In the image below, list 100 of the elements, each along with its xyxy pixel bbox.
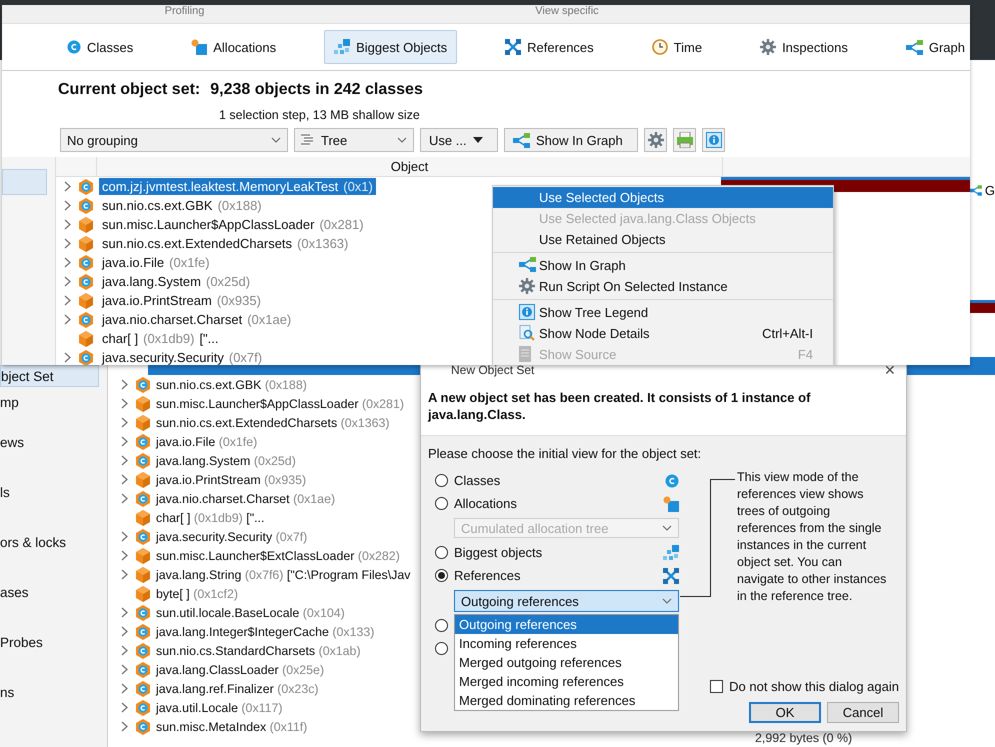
- option-label[interactable]: Allocations: [454, 496, 517, 511]
- tree-node-label[interactable]: sun.misc.Launcher$AppClassLoader (0x281): [99, 216, 367, 233]
- radio-button[interactable]: [435, 546, 448, 559]
- show-in-graph-button[interactable]: Show In Graph: [504, 128, 638, 152]
- grouping-select[interactable]: No grouping: [60, 128, 288, 152]
- expand-chevron-icon[interactable]: [64, 200, 70, 211]
- dialog-button[interactable]: OK: [749, 702, 821, 723]
- dropdown-option[interactable]: Incoming references: [455, 634, 678, 653]
- tree-node-label[interactable]: sun.nio.cs.ext.ExtendedCharsets (0x1363): [99, 235, 352, 252]
- tree-node-label[interactable]: sun.nio.cs.StandardCharsets (0x1ab): [156, 644, 361, 658]
- tree-node-label[interactable]: com.jzj.jvmtest.leaktest.MemoryLeakTest (0x1): [99, 178, 376, 195]
- menu-item[interactable]: Show Tree Legend: [493, 302, 833, 323]
- tree-node-label[interactable]: java.util.Locale (0x117): [156, 700, 283, 714]
- option-label[interactable]: Biggest objects: [454, 545, 542, 560]
- legend-button[interactable]: [702, 128, 725, 152]
- view-tab[interactable]: Biggest Objects: [324, 30, 458, 64]
- view-tab[interactable]: Inspections: [750, 30, 858, 64]
- dropdown-option[interactable]: Outgoing references: [455, 615, 678, 634]
- tree-node-label[interactable]: sun.misc.MetaIndex (0x11f): [156, 720, 308, 734]
- expand-chevron-icon[interactable]: [120, 436, 128, 447]
- tree-node-label[interactable]: sun.nio.cs.ext.GBK (0x188): [99, 197, 265, 214]
- checkbox-label[interactable]: Do not show this dialog again: [729, 679, 899, 694]
- tree-node-label[interactable]: java.nio.charset.Charset (0x1ae): [156, 492, 336, 506]
- tree-node-label[interactable]: byte[ ] (0x1cf2): [156, 586, 238, 600]
- tree-node-label[interactable]: sun.nio.cs.ext.GBK (0x188): [156, 378, 307, 392]
- menu-item[interactable]: Show Node Details Ctrl+Alt-I: [493, 323, 833, 344]
- view-select[interactable]: Tree: [294, 128, 414, 152]
- option-label[interactable]: References: [454, 568, 520, 583]
- tree-node-label[interactable]: java.nio.charset.Charset (0x1ae): [99, 311, 294, 328]
- expand-chevron-icon[interactable]: [120, 569, 128, 580]
- expand-chevron-icon[interactable]: [120, 398, 128, 409]
- reference-mode-select[interactable]: Outgoing references: [454, 590, 679, 612]
- view-tab[interactable]: Classes: [57, 30, 144, 64]
- dialog-button[interactable]: Cancel: [827, 702, 899, 723]
- expand-chevron-icon[interactable]: [120, 550, 128, 561]
- sidebar-item[interactable]: mp: [0, 387, 107, 417]
- view-tab[interactable]: Graph: [896, 30, 970, 64]
- tab-label[interactable]: G: [984, 182, 995, 198]
- expand-chevron-icon[interactable]: [120, 607, 128, 618]
- tree-node-label[interactable]: char[ ] (0x1db9) ["...: [156, 510, 264, 524]
- tree-node-label[interactable]: java.io.PrintStream (0x935): [156, 472, 306, 486]
- tree-node-label[interactable]: java.lang.System (0x25d): [99, 273, 254, 290]
- checkbox[interactable]: [710, 680, 724, 693]
- view-tab[interactable]: Time: [642, 30, 712, 64]
- expand-chevron-icon[interactable]: [64, 219, 70, 230]
- print-button[interactable]: [673, 128, 696, 152]
- tree-node-label[interactable]: java.lang.System (0x25d): [156, 454, 296, 468]
- view-tab[interactable]: References: [495, 30, 604, 64]
- expand-chevron-icon[interactable]: [120, 474, 128, 485]
- tree-node-label[interactable]: java.io.PrintStream (0x935): [99, 292, 264, 309]
- expand-chevron-icon[interactable]: [120, 645, 128, 656]
- dropdown-option[interactable]: Merged outgoing references: [455, 653, 678, 672]
- use-button[interactable]: Use ...: [420, 128, 498, 152]
- sidebar-item[interactable]: ls: [0, 467, 107, 517]
- expand-chevron-icon[interactable]: [120, 531, 128, 542]
- tree-node-label[interactable]: java.lang.ClassLoader (0x25e): [156, 662, 324, 676]
- menu-item[interactable]: Use Retained Objects: [493, 229, 833, 250]
- tree-node-label[interactable]: char[ ] (0x1db9) ["...: [99, 330, 222, 347]
- sidebar-item[interactable]: ns: [0, 667, 107, 717]
- tree-node-label[interactable]: sun.misc.Launcher$ExtClassLoader (0x282): [156, 548, 400, 562]
- settings-button[interactable]: [644, 128, 667, 152]
- dropdown-option[interactable]: Merged incoming references: [455, 672, 678, 691]
- tree-node-label[interactable]: java.security.Security (0x7f): [99, 349, 266, 365]
- radio-button[interactable]: [435, 497, 448, 510]
- expand-chevron-icon[interactable]: [64, 352, 70, 363]
- sidebar-item[interactable]: bject Set: [0, 365, 99, 387]
- expand-chevron-icon[interactable]: [64, 238, 70, 249]
- expand-chevron-icon[interactable]: [120, 493, 128, 504]
- view-tab[interactable]: Allocations: [181, 30, 286, 64]
- tree-node-label[interactable]: java.lang.ref.Finalizer (0x23c): [156, 682, 319, 696]
- tree-node-label[interactable]: java.lang.String (0x7f6) ["C:\Program Files\Jav: [156, 568, 410, 582]
- radio-button[interactable]: [435, 619, 448, 632]
- expand-chevron-icon[interactable]: [64, 314, 70, 325]
- menu-item[interactable]: Run Script On Selected Instance: [493, 276, 833, 297]
- option-label[interactable]: Classes: [454, 473, 500, 488]
- sidebar-item[interactable]: ews: [0, 417, 107, 467]
- tree-node-label[interactable]: java.lang.Integer$IntegerCache (0x133): [156, 624, 374, 638]
- tree-node-label[interactable]: sun.util.locale.BaseLocale (0x104): [156, 606, 345, 620]
- sidebar-item[interactable]: ors & locks: [0, 517, 107, 567]
- expand-chevron-icon[interactable]: [64, 276, 70, 287]
- menu-item[interactable]: Show In Graph: [493, 255, 833, 276]
- menu-item[interactable]: Use Selected Objects: [493, 187, 833, 208]
- expand-chevron-icon[interactable]: [120, 455, 128, 466]
- expand-chevron-icon[interactable]: [120, 379, 128, 390]
- expand-chevron-icon[interactable]: [64, 295, 70, 306]
- expand-chevron-icon[interactable]: [120, 417, 128, 428]
- tree-node-label[interactable]: sun.misc.Launcher$AppClassLoader (0x281): [156, 396, 404, 410]
- radio-button[interactable]: [435, 642, 448, 655]
- expand-chevron-icon[interactable]: [64, 181, 70, 192]
- dropdown-option[interactable]: Merged dominating references: [455, 691, 678, 710]
- expand-chevron-icon[interactable]: [64, 257, 70, 268]
- radio-button[interactable]: [435, 569, 448, 582]
- expand-chevron-icon[interactable]: [120, 626, 128, 637]
- tree-node-label[interactable]: java.io.File (0x1fe): [99, 254, 213, 271]
- expand-chevron-icon[interactable]: [120, 664, 128, 675]
- tree-node-label[interactable]: java.io.File (0x1fe): [156, 434, 258, 448]
- expand-chevron-icon[interactable]: [120, 702, 128, 713]
- sidebar-item[interactable]: Probes: [0, 617, 107, 667]
- tree-node-label[interactable]: java.security.Security (0x7f): [156, 530, 308, 544]
- expand-chevron-icon[interactable]: [120, 683, 128, 694]
